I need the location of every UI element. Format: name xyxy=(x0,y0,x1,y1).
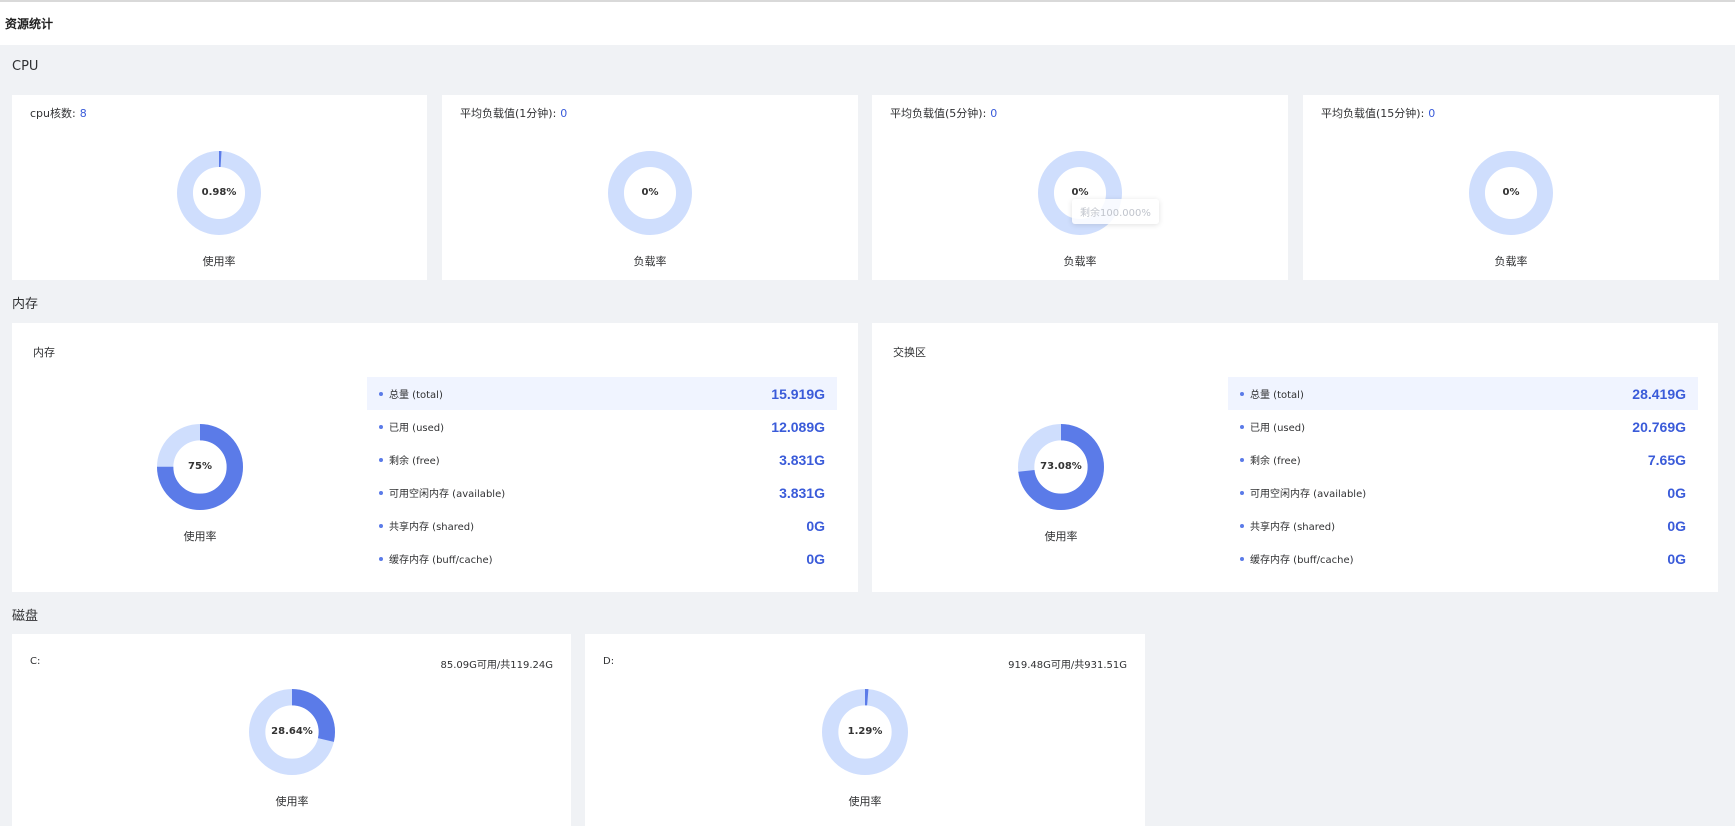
cpu-usage-caption: 使用率 xyxy=(202,255,236,268)
cpu-card-cores: cpu核数: 8 0.98% 使用率 xyxy=(12,95,427,280)
page-title: 资源统计 xyxy=(5,17,54,31)
stat-row-total: 总量 (total) 28.419G xyxy=(1228,377,1698,410)
memory-usage-donut[interactable]: 75% xyxy=(157,424,243,510)
disk-c-usage-donut[interactable]: 28.64% xyxy=(249,689,335,775)
stat-row-available: 可用空闲内存 (available) 0G xyxy=(1228,476,1698,509)
cpu-card-header: 平均负载值(1分钟): 0 xyxy=(460,107,568,120)
disk-d-usage-donut[interactable]: 1.29% xyxy=(822,689,908,775)
stat-row-used: 已用 (used) 20.769G xyxy=(1228,410,1698,443)
cpu-card-header: 平均负载值(5分钟): 0 xyxy=(890,107,998,120)
stat-row-available: 可用空闲内存 (available) 3.831G xyxy=(367,476,837,509)
stat-row-used: 已用 (used) 12.089G xyxy=(367,410,837,443)
swap-panel: 交换区 73.08% 使用率 总量 (total) 28.419G 已用 (use… xyxy=(872,323,1718,592)
disk-c-usage-caption: 使用率 xyxy=(275,795,309,808)
disk-capacity-info: 919.48G可用/共931.51G xyxy=(1008,660,1127,671)
swap-panel-title: 交换区 xyxy=(893,346,926,359)
disk-card-d: D: 919.48G可用/共931.51G 1.29% 使用率 xyxy=(585,634,1145,826)
cpu-card-header: cpu核数: 8 xyxy=(30,107,87,120)
swap-usage-caption: 使用率 xyxy=(1044,530,1078,543)
stat-row-buff-cache: 缓存内存 (buff/cache) 0G xyxy=(1228,542,1698,575)
stat-row-total: 总量 (total) 15.919G xyxy=(367,377,837,410)
stat-row-shared: 共享内存 (shared) 0G xyxy=(1228,509,1698,542)
cpu-section-title: CPU xyxy=(12,59,39,74)
memory-stat-list: 总量 (total) 15.919G 已用 (used) 12.089G 剩余 (f… xyxy=(367,377,837,575)
disk-d-usage-caption: 使用率 xyxy=(848,795,882,808)
cpu-card-load-15m: 平均负载值(15分钟): 0 0% 负载率 xyxy=(1303,95,1719,280)
disk-name: C: xyxy=(30,656,41,667)
page-header: 资源统计 xyxy=(0,2,1735,45)
cpu-card-load-1m: 平均负载值(1分钟): 0 0% 负载率 xyxy=(442,95,858,280)
memory-panel: 内存 75% 使用率 总量 (total) 15.919G 已用 (used) 12… xyxy=(12,323,858,592)
load-15m-donut[interactable]: 0% xyxy=(1469,151,1553,235)
memory-panel-title: 内存 xyxy=(33,346,55,359)
stat-row-shared: 共享内存 (shared) 0G xyxy=(367,509,837,542)
disk-name: D: xyxy=(603,656,615,667)
stat-row-buff-cache: 缓存内存 (buff/cache) 0G xyxy=(367,542,837,575)
load-1m-caption: 负载率 xyxy=(633,255,667,268)
donut-tooltip: 剩余100.000% xyxy=(1072,199,1159,224)
swap-stat-list: 总量 (total) 28.419G 已用 (used) 20.769G 剩余 (f… xyxy=(1228,377,1698,575)
swap-usage-donut[interactable]: 73.08% xyxy=(1018,424,1104,510)
cpu-card-header: 平均负载值(15分钟): 0 xyxy=(1321,107,1436,120)
stat-row-free: 剩余 (free) 7.65G xyxy=(1228,443,1698,476)
disk-card-c: C: 85.09G可用/共119.24G 28.64% 使用率 xyxy=(12,634,571,826)
cpu-usage-donut[interactable]: 0.98% xyxy=(177,151,261,235)
load-15m-caption: 负载率 xyxy=(1494,255,1528,268)
memory-section-title: 内存 xyxy=(12,297,39,312)
load-5m-caption: 负载率 xyxy=(1063,255,1097,268)
load-1m-donut[interactable]: 0% xyxy=(608,151,692,235)
disk-capacity-info: 85.09G可用/共119.24G xyxy=(440,660,554,671)
memory-usage-caption: 使用率 xyxy=(183,530,217,543)
disk-section-title: 磁盘 xyxy=(12,609,39,624)
cpu-card-load-5m: 平均负载值(5分钟): 0 0% 剩余100.000% 负载率 xyxy=(872,95,1288,280)
stat-row-free: 剩余 (free) 3.831G xyxy=(367,443,837,476)
